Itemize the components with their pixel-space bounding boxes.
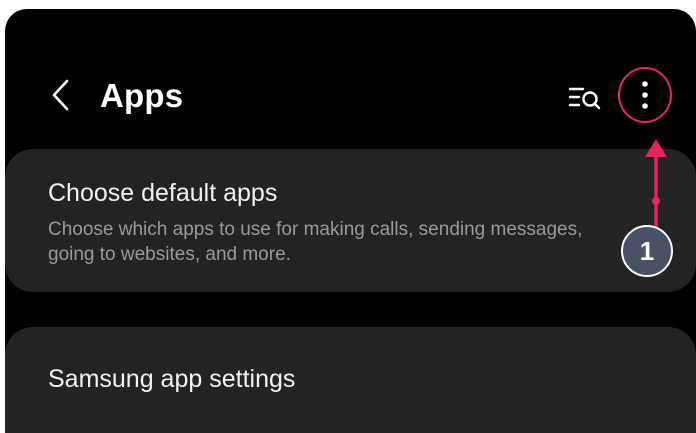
page-title: Apps	[100, 77, 184, 114]
samsung-app-settings-item[interactable]: Samsung app settings	[5, 327, 696, 433]
more-vertical-icon	[642, 81, 648, 109]
apps-settings-screen: Apps Choose default apps Choose which ap…	[5, 9, 696, 433]
samsung-app-settings-title: Samsung app settings	[48, 365, 296, 393]
filter-search-icon	[568, 87, 601, 110]
back-button[interactable]	[45, 75, 75, 115]
choose-default-apps-title: Choose default apps	[48, 179, 278, 207]
choose-default-apps-description: Choose which apps to use for making call…	[48, 219, 583, 265]
step-number-badge: 1	[621, 225, 673, 277]
app-bar: Apps	[5, 63, 696, 133]
arrow-up-icon	[645, 139, 667, 227]
chevron-left-icon	[52, 79, 69, 111]
more-options-button[interactable]	[618, 67, 678, 129]
search-button[interactable]	[567, 83, 605, 113]
choose-default-apps-item[interactable]: Choose default apps Choose which apps to…	[5, 149, 696, 292]
